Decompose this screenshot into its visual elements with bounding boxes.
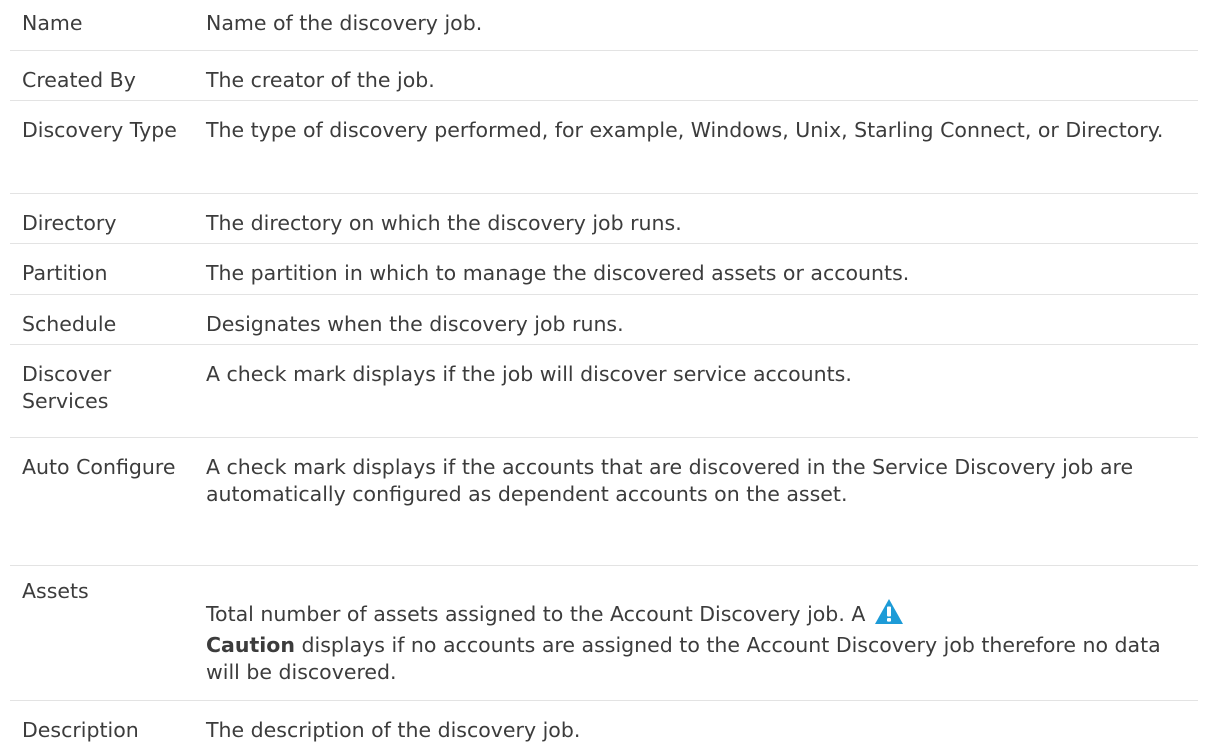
description-cell: A check mark displays if the accounts th…	[206, 437, 1198, 566]
description-cell: The creator of the job.	[206, 50, 1198, 101]
table-row: Directory The directory on which the dis…	[10, 193, 1198, 244]
table-row: Schedule Designates when the discovery j…	[10, 294, 1198, 345]
term-cell: Auto Configure	[10, 437, 206, 566]
term-cell: Assets	[10, 565, 206, 701]
term-cell: Description	[22, 717, 139, 742]
property-table: Name Name of the discovery job. Created …	[10, 0, 1198, 748]
description-cell: Name of the discovery job.	[206, 0, 1198, 51]
description-cell: Total number of assets assigned to the A…	[206, 565, 1198, 701]
table-row: Created By The creator of the job.	[10, 50, 1198, 101]
caution-warning-icon	[874, 598, 904, 632]
description-cell: The directory on which the discovery job…	[206, 193, 1198, 244]
description-cell: The partition in which to manage the dis…	[206, 243, 1198, 295]
description-text: displays if no accounts are assigned to …	[206, 632, 1161, 684]
table-row: Name Name of the discovery job.	[10, 0, 1198, 51]
description-cell: The description of the discovery job.	[206, 717, 581, 742]
table-row: Discover Services A check mark displays …	[10, 344, 1198, 438]
term-cell: Partition	[10, 243, 206, 295]
caution-label: Caution	[206, 632, 295, 657]
table-row: Description The description of the disco…	[10, 700, 1198, 748]
table-row: Assets Total number of assets assigned t…	[10, 565, 1198, 701]
term-cell: Schedule	[10, 294, 206, 345]
table-row: Discovery Type The type of discovery per…	[10, 100, 1198, 194]
description-text: Total number of assets assigned to the A…	[206, 601, 866, 626]
term-cell: Directory	[10, 193, 206, 244]
description-cell: A check mark displays if the job will di…	[206, 344, 1198, 438]
term-cell: Created By	[10, 50, 206, 101]
table-row: Partition The partition in which to mana…	[10, 243, 1198, 295]
table-row: Auto Configure A check mark displays if …	[10, 437, 1198, 566]
term-cell: Discover Services	[10, 344, 206, 438]
description-cell: Designates when the discovery job runs.	[206, 294, 1198, 345]
term-cell: Name	[10, 0, 206, 51]
description-cell: The type of discovery performed, for exa…	[206, 100, 1198, 194]
term-cell: Discovery Type	[10, 100, 206, 194]
